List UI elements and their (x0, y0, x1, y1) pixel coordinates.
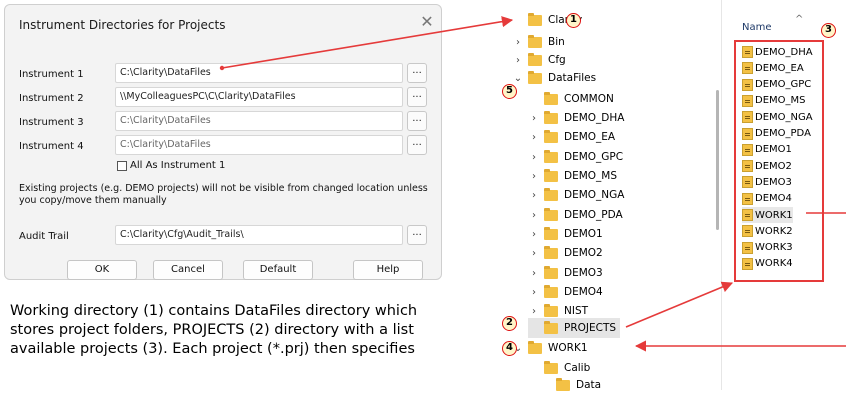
annotation-arrows (219, 16, 846, 352)
arrow-origin-dot (219, 65, 225, 71)
arrow-projects-to-list (625, 281, 734, 328)
badge-5: 5 (502, 84, 517, 99)
arrow-instrument-to-clarity (221, 16, 514, 69)
badge-4: 4 (502, 341, 517, 356)
badge-3: 3 (821, 23, 836, 38)
badge-1: 1 (566, 13, 581, 28)
badge-2: 2 (502, 316, 517, 331)
